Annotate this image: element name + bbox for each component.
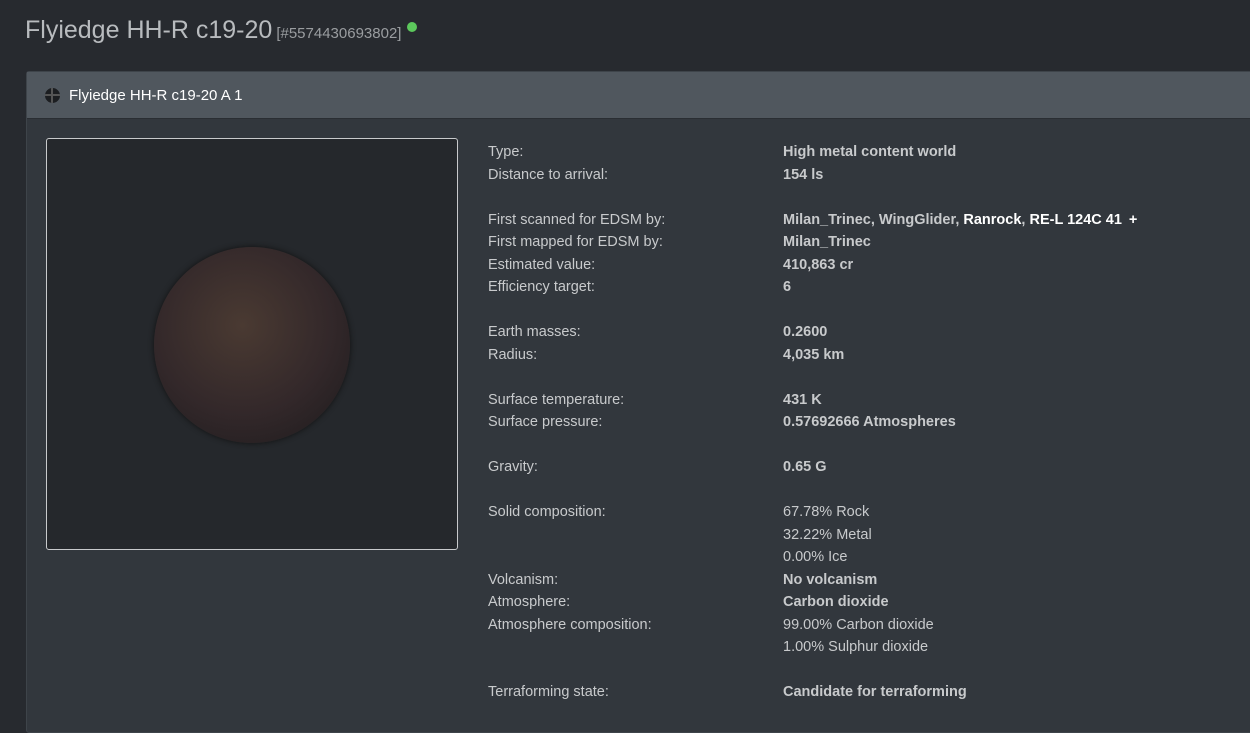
atmosphere-value: Carbon dioxide <box>783 594 889 610</box>
system-id: [#5574430693802] <box>276 25 402 42</box>
value: 410,863 cr <box>783 256 854 273</box>
gravity-value: 0.65 G <box>783 459 827 475</box>
planet-render <box>154 247 350 443</box>
more-button[interactable]: + <box>1129 212 1137 228</box>
system-name: Flyiedge HH-R c19-20 <box>25 16 273 44</box>
commander-link[interactable]: Ranrock <box>963 212 1021 228</box>
body-panel: Flyiedge HH-R c19-20 A 1 Type: High metal… <box>26 71 1250 733</box>
status-dot-icon <box>407 22 418 32</box>
distance-value: 154 ls <box>783 166 824 183</box>
label: First mapped for EDSM by: <box>488 234 663 250</box>
globe-icon <box>45 87 60 103</box>
label: Terraforming state: <box>488 684 609 700</box>
mapped-by[interactable]: Milan_Trinec <box>783 231 871 254</box>
label: Atmosphere composition: <box>488 616 652 633</box>
body-details: Type: High metal content world Distance t… <box>488 141 1137 704</box>
commander-link[interactable]: Milan_Trinec <box>783 212 871 228</box>
label: Gravity: <box>488 459 538 475</box>
body-name: Flyiedge HH-R c19-20 A 1 <box>69 86 243 104</box>
volcanism-value: No volcanism <box>783 571 878 588</box>
atmo-comp-2: 1.00% Sulphur dioxide <box>783 639 929 655</box>
label: Volcanism: <box>488 571 559 588</box>
efficiency-value: 6 <box>783 279 792 295</box>
system-title: Flyiedge HH-R c19-20 [#5574430693802] <box>25 16 418 45</box>
label: Distance to arrival: <box>488 166 609 183</box>
terraforming-value: Candidate for terraforming <box>783 684 967 700</box>
label: Solid composition: <box>488 504 606 520</box>
solid-rock: 67.78% Rock <box>783 504 870 520</box>
type-value: High metal content world <box>783 144 957 160</box>
label: Estimated value: <box>488 256 596 273</box>
radius-value: 4,035 km <box>783 346 845 363</box>
temperature-value: 431 K <box>783 391 822 408</box>
scanned-by: Milan_Trinec, WingGlider, Ranrock, RE-L … <box>783 211 1138 228</box>
pressure-value: 0.57692666 Atmospheres <box>783 414 956 430</box>
label: Atmosphere: <box>488 594 571 610</box>
mass-value: 0.2600 <box>783 324 828 340</box>
label: Type: <box>488 144 524 160</box>
label: Surface pressure: <box>488 414 603 430</box>
panel-header: Flyiedge HH-R c19-20 A 1 <box>27 72 1250 119</box>
commander-link[interactable]: WingGlider <box>879 212 955 228</box>
planet-image <box>46 138 458 550</box>
label: First scanned for EDSM by: <box>488 211 666 228</box>
solid-metal: 32.22% Metal <box>783 526 872 543</box>
label: Surface temperature: <box>488 391 625 408</box>
solid-ice: 0.00% Ice <box>783 549 848 565</box>
commander-link[interactable]: RE-L 124C 41 <box>1029 212 1121 228</box>
atmo-comp-1: 99.00% Carbon dioxide <box>783 616 934 633</box>
label: Radius: <box>488 346 538 363</box>
label: Earth masses: <box>488 324 581 340</box>
label: Efficiency target: <box>488 279 595 295</box>
